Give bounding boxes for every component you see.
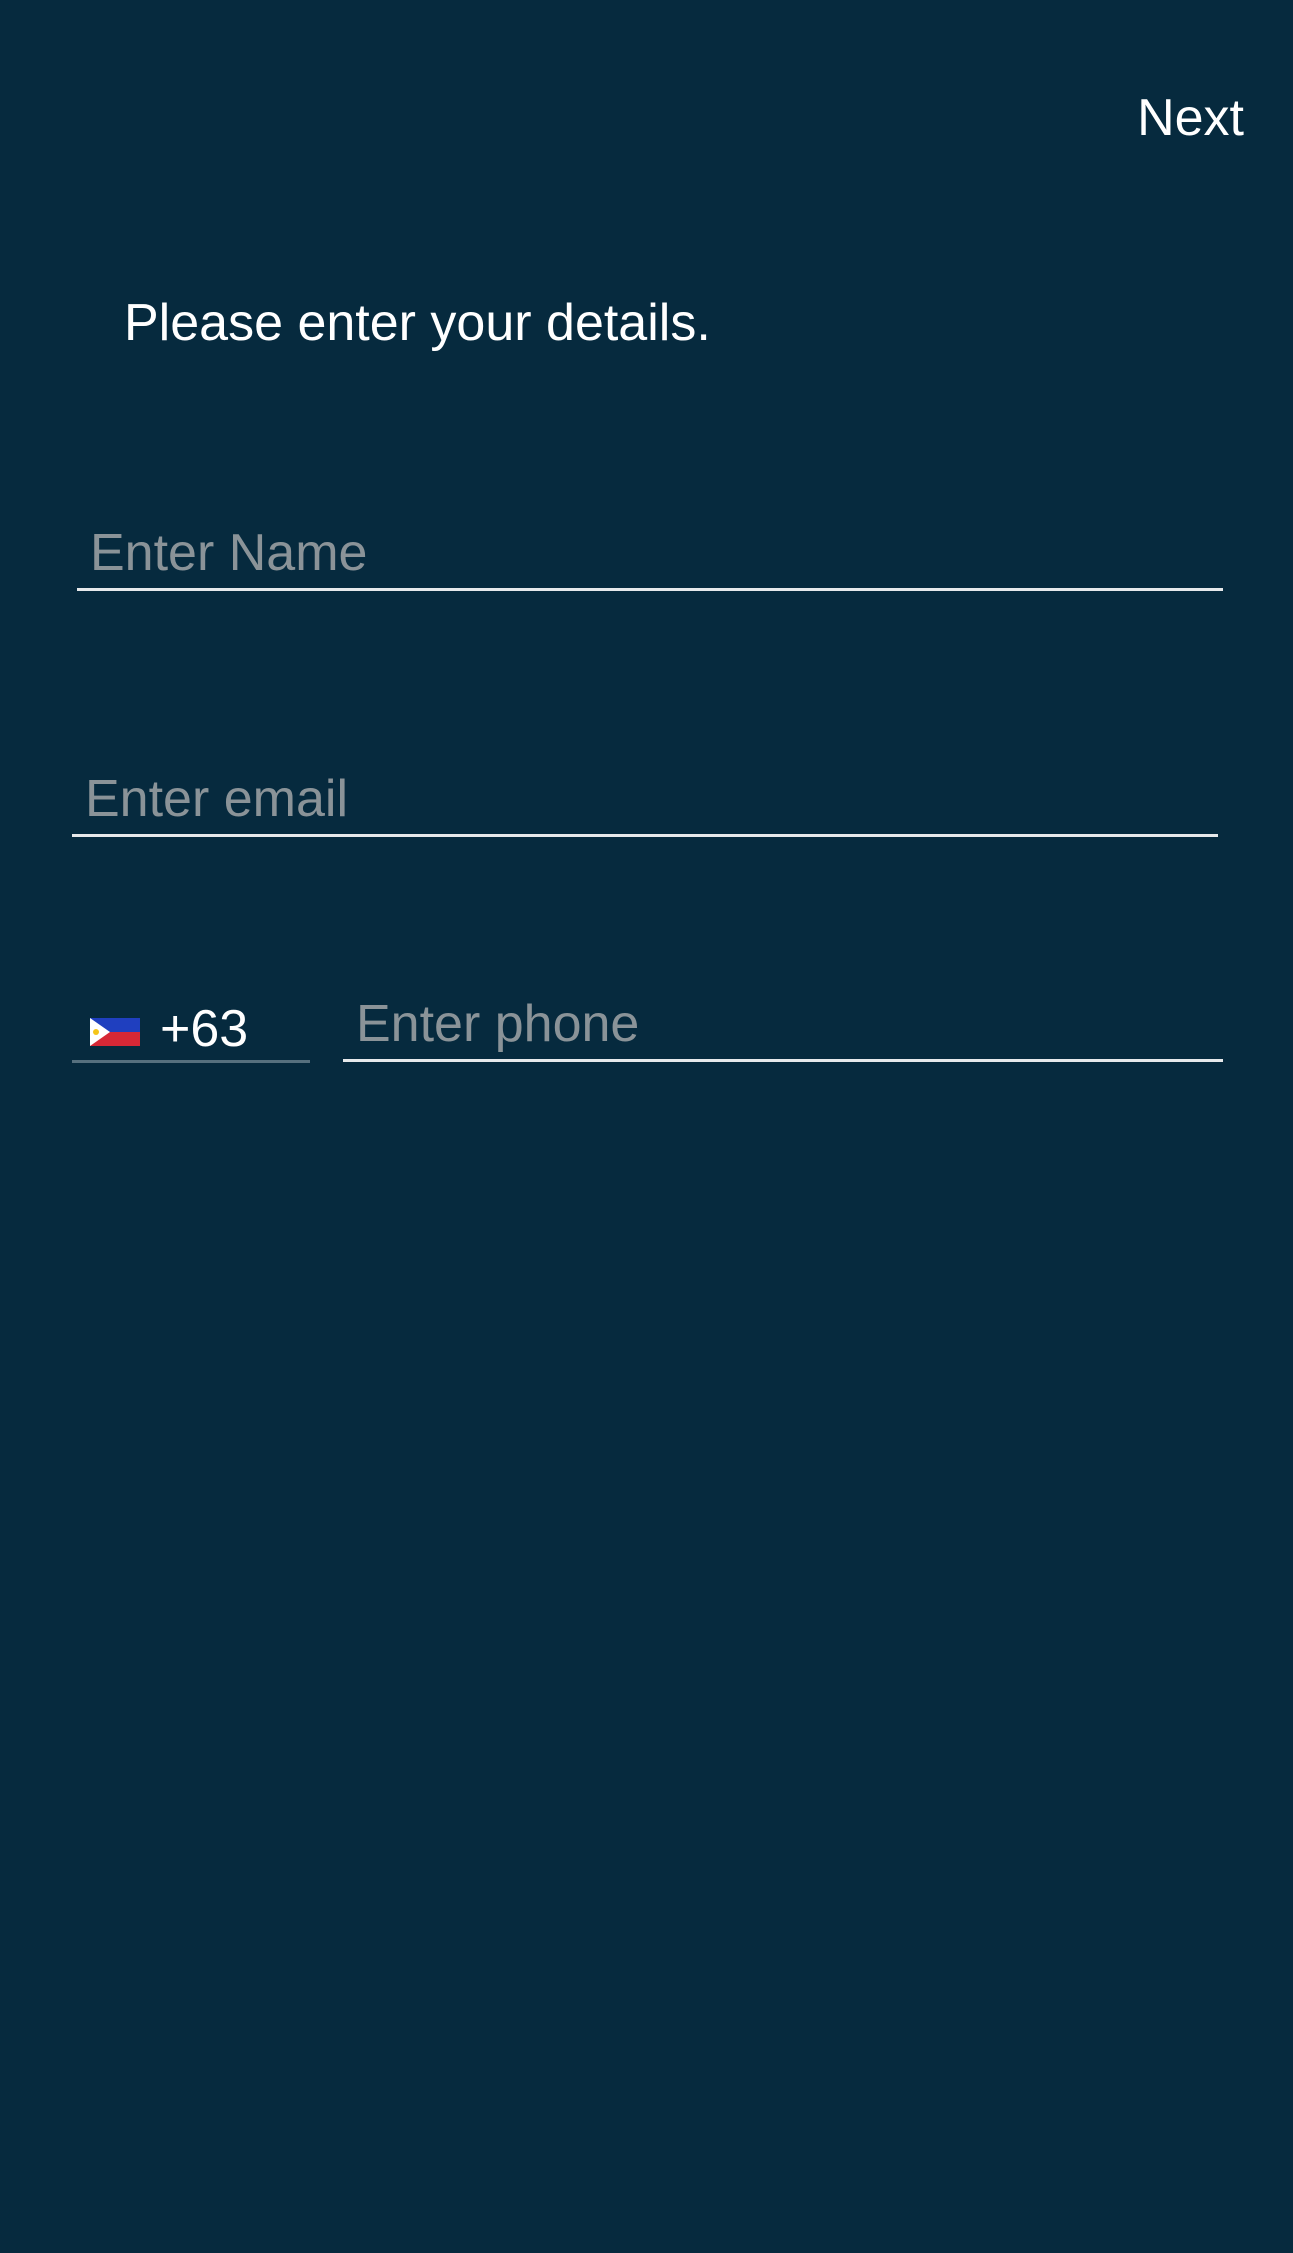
- page-prompt: Please enter your details.: [124, 294, 711, 352]
- email-input[interactable]: [72, 766, 1218, 832]
- philippines-flag-icon: [90, 1018, 140, 1046]
- phone-field-container: [343, 991, 1223, 1062]
- name-field-container: [77, 520, 1223, 591]
- phone-input[interactable]: [343, 991, 1223, 1057]
- name-input[interactable]: [77, 520, 1223, 586]
- email-field-container: [72, 766, 1218, 837]
- country-code-picker[interactable]: +63: [72, 992, 310, 1063]
- next-button[interactable]: Next: [1137, 85, 1244, 151]
- dial-code-label: +63: [160, 1000, 249, 1058]
